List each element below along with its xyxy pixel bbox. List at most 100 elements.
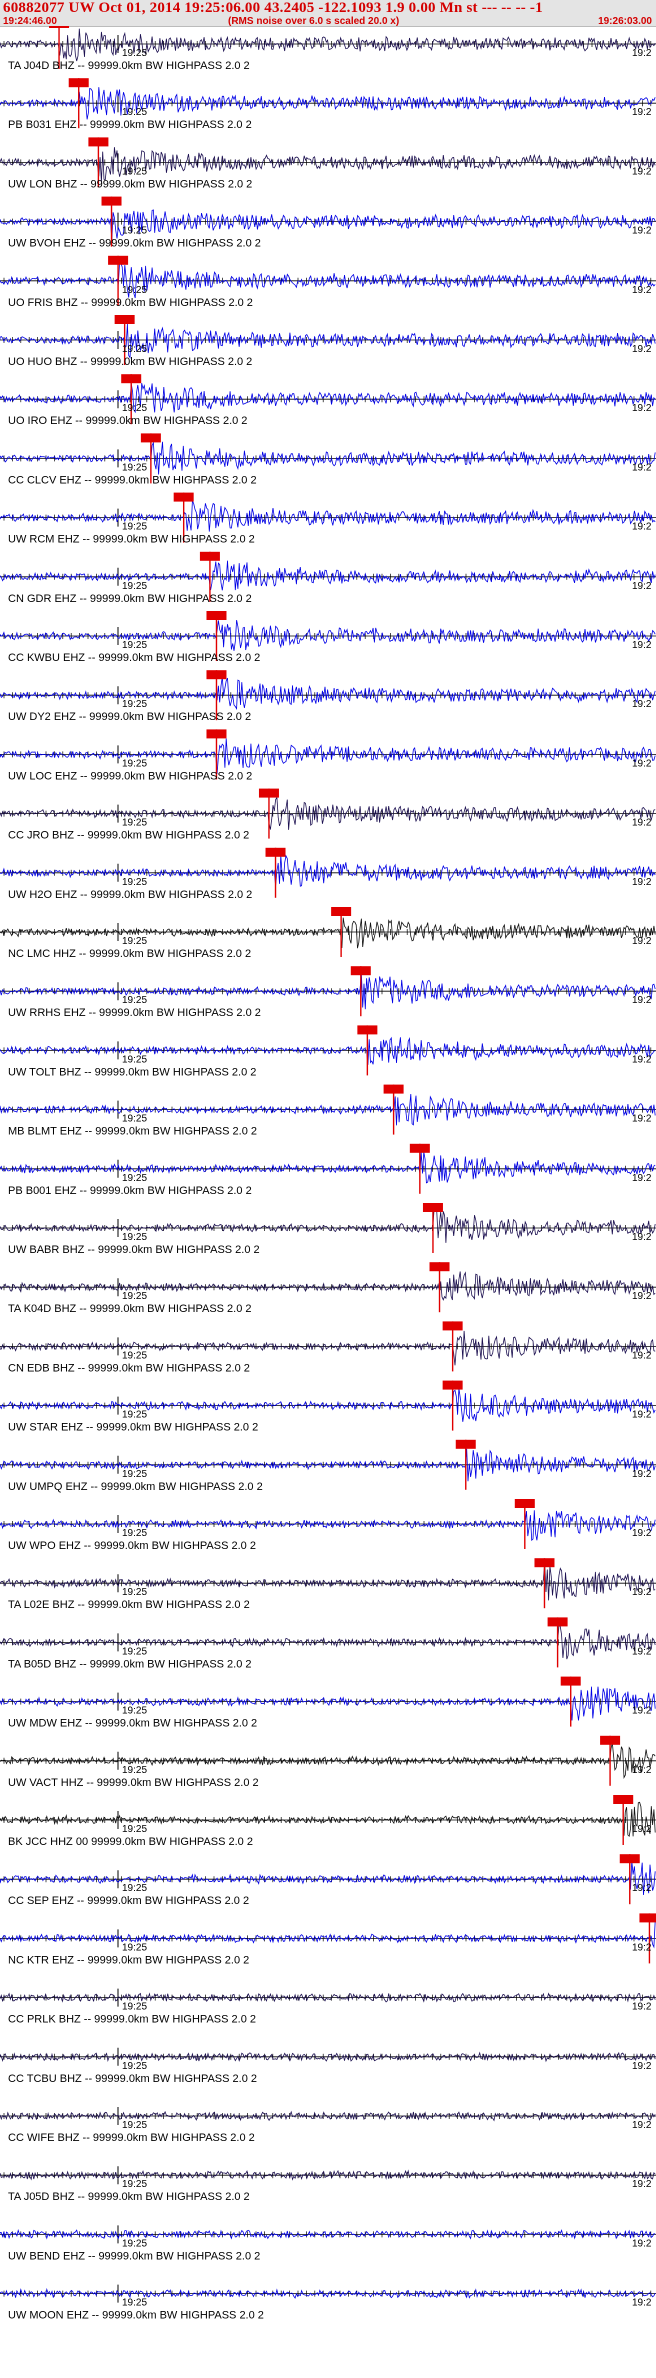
channel-label: BK JCC HHZ 00 99999.0km BW HIGHPASS 2.0 … [8, 1836, 253, 1848]
trace-row: 19:25 19:2 TA J04D BHZ -- 99999.0km BW HIG… [0, 26, 656, 72]
tick-label: 19:25 [122, 581, 147, 592]
channel-label: CN GDR EHZ -- 99999.0km BW HIGHPASS 2.0 … [8, 593, 252, 605]
trace-row: 19:25 19:2 CN EDB BHZ -- 99999.0km BW HIGH… [0, 1321, 656, 1374]
trace-row: 19:25 19:2 UW H2O EHZ -- 99999.0km BW HIGH… [0, 847, 656, 901]
tick-label-right: 19:2 [632, 1646, 652, 1657]
pick-flag [173, 492, 194, 502]
tick-label: 19:25 [122, 1883, 147, 1894]
channel-label: UW DY2 EHZ -- 99999.0km BW HIGHPASS 2.0 … [8, 711, 251, 723]
tick-label-right: 19:2 [632, 936, 652, 947]
trace-waveform [0, 1330, 656, 1366]
trace-row: 19:25 19:2 CC PRLK BHZ -- 99999.0km BW HIG… [0, 1988, 656, 2026]
channel-label: UW WPO EHZ -- 99999.0km BW HIGHPASS 2.0 … [8, 1540, 256, 1552]
pick-flag [639, 1913, 656, 1923]
tick-label-right: 19:2 [632, 1232, 652, 1243]
tick-label: 19:25 [122, 1291, 147, 1302]
pick-flag [409, 1143, 430, 1153]
tick-label: 19:25 [122, 1410, 147, 1421]
trace-row: 19:25 19:2 BK JCC HHZ 00 99999.0km BW HIGH… [0, 1795, 656, 1848]
tick-label-right: 19:2 [632, 1587, 652, 1598]
pick-flag [350, 966, 371, 976]
tick-label-right: 19:2 [632, 758, 652, 769]
tick-label-right: 19:2 [632, 640, 652, 651]
trace-waveform [0, 917, 656, 949]
tick-label-right: 19:2 [632, 1173, 652, 1184]
tick-label: 19:25 [122, 403, 147, 414]
channel-label: UW H2O EHZ -- 99999.0km BW HIGHPASS 2.0 … [8, 889, 252, 901]
tick-label: 19:25 [122, 522, 147, 533]
tick-label: 19:25 [122, 1765, 147, 1776]
channel-label: UW RCM EHZ -- 99999.0km BW HIGHPASS 2.0 … [8, 534, 255, 546]
channel-label: UW BABR BHZ -- 99999.0km BW HIGHPASS 2.0… [8, 1244, 260, 1256]
pick-flag [101, 196, 122, 206]
trace-row: 19:25 19:2 UO FRIS BHZ -- 99999.0km BW HIG… [0, 255, 656, 309]
channel-label: CC KWBU EHZ -- 99999.0km BW HIGHPASS 2.0… [8, 652, 260, 664]
tick-label-right: 19:2 [632, 2298, 652, 2309]
tick-label: 19:25 [122, 1114, 147, 1125]
tick-label-right: 19:2 [632, 1469, 652, 1480]
trace-waveform [0, 1801, 656, 1837]
tick-label-right: 19:2 [632, 344, 652, 355]
tick-label: 19:25 [122, 1528, 147, 1539]
channel-label: CC TCBU BHZ -- 99999.0km BW HIGHPASS 2.0… [8, 2073, 257, 2085]
trace-waveform [0, 323, 656, 359]
tick-label-right: 19:2 [632, 2120, 652, 2131]
pick-flag [206, 670, 227, 680]
trace-waveform [0, 854, 656, 887]
pick-flag [442, 1321, 463, 1331]
tick-label-right: 19:2 [632, 581, 652, 592]
channel-label: UO IRO EHZ -- 99999.0km BW HIGHPASS 2.0 … [8, 415, 247, 427]
trace-row: 19:25 19:2 NC KTR EHZ -- 99999.0km BW HIGH… [0, 1913, 656, 1966]
tick-label: 19:25 [122, 107, 147, 118]
tick-label: 19:25 [122, 1469, 147, 1480]
channel-label: CN EDB BHZ -- 99999.0km BW HIGHPASS 2.0 … [8, 1362, 250, 1374]
pick-flag [455, 1439, 476, 1449]
trace-row: 19:25 19:2 TA K04D BHZ -- 99999.0km BW HIG… [0, 1262, 656, 1315]
trace-waveform [0, 1920, 656, 1949]
tick-label-right: 19:2 [632, 1883, 652, 1894]
pick-flag [49, 26, 70, 28]
trace-waveform [0, 1742, 656, 1779]
pick-flag [206, 729, 227, 739]
channel-label: TA B05D BHZ -- 99999.0km BW HIGHPASS 2.0… [8, 1658, 252, 1670]
trace-waveform [0, 620, 656, 651]
trace-waveform [0, 383, 656, 414]
tick-label: 19:25 [122, 462, 147, 473]
trace-row: 19:25 19:2 TA J05D BHZ -- 99999.0km BW HIG… [0, 2166, 656, 2203]
trace-row: 19:25 19:2 UW UMPQ EHZ -- 99999.0km BW HIG… [0, 1439, 656, 1493]
channel-label: UW BEND EHZ -- 99999.0km BW HIGHPASS 2.0… [8, 2250, 260, 2262]
trace-row: 19:25 19:2 CC CLCV EHZ -- 99999.0km BW HIG… [0, 433, 656, 486]
trace-row: 19:25 19:2 UW DY2 EHZ -- 99999.0km BW HIGH… [0, 670, 656, 723]
tick-label-right: 19:2 [632, 1350, 652, 1361]
tick-label: 19:25 [122, 699, 147, 710]
trace-row: 19:25 19:2 CC WIFE BHZ -- 99999.0km BW HIG… [0, 2107, 656, 2144]
tick-label-right: 19:2 [632, 403, 652, 414]
trace-waveform [0, 1563, 656, 1601]
tick-label-right: 19:2 [632, 107, 652, 118]
channel-label: UW TOLT BHZ -- 99999.0km BW HIGHPASS 2.0… [8, 1066, 256, 1078]
channel-label: PB B031 EHZ -- 99999.0km BW HIGHPASS 2.0… [8, 119, 252, 131]
pick-flag [265, 847, 286, 857]
trace-row: 19:25 19:2 UW LON BHZ -- 99999.0km BW HIGH… [0, 137, 656, 190]
tick-label-right: 19:2 [632, 1291, 652, 1302]
tick-label: 19:25 [122, 48, 147, 59]
trace-row: 19:25 19:2 NC LMC HHZ -- 99999.0km BW HIGH… [0, 907, 656, 960]
trace-row: 19:25 19:2 UW RRHS EHZ -- 99999.0km BW HIG… [0, 966, 656, 1019]
trace-row: 19:25 19:2 UW LOC EHZ -- 99999.0km BW HIGH… [0, 729, 656, 782]
channel-label: UW BVOH EHZ -- 99999.0km BW HIGHPASS 2.0… [8, 238, 261, 250]
pick-flag [534, 1558, 555, 1568]
tick-label: 19:25 [122, 285, 147, 296]
trace-waveform [0, 738, 656, 774]
trace-row: 19:25 19:2 CC TCBU BHZ -- 99999.0km BW HIG… [0, 2047, 656, 2085]
pick-flag [422, 1203, 443, 1212]
pick-flag [258, 788, 279, 798]
trace-row: 19:25 19:2 TA L02E BHZ -- 99999.0km BW HIG… [0, 1558, 656, 1611]
pick-flag [547, 1617, 568, 1627]
tick-label: 19:25 [122, 1350, 147, 1361]
trace-waveform [0, 1036, 656, 1065]
tick-label: 19:25 [122, 2238, 147, 2249]
trace-row: 19:25 19:2 UW STAR EHZ -- 99999.0km BW HIG… [0, 1380, 656, 1434]
pick-flag [108, 255, 129, 265]
tick-label-right: 19:2 [632, 1706, 652, 1717]
trace-row: 19:25 19:2 UW BABR BHZ -- 99999.0km BW HIG… [0, 1203, 656, 1256]
